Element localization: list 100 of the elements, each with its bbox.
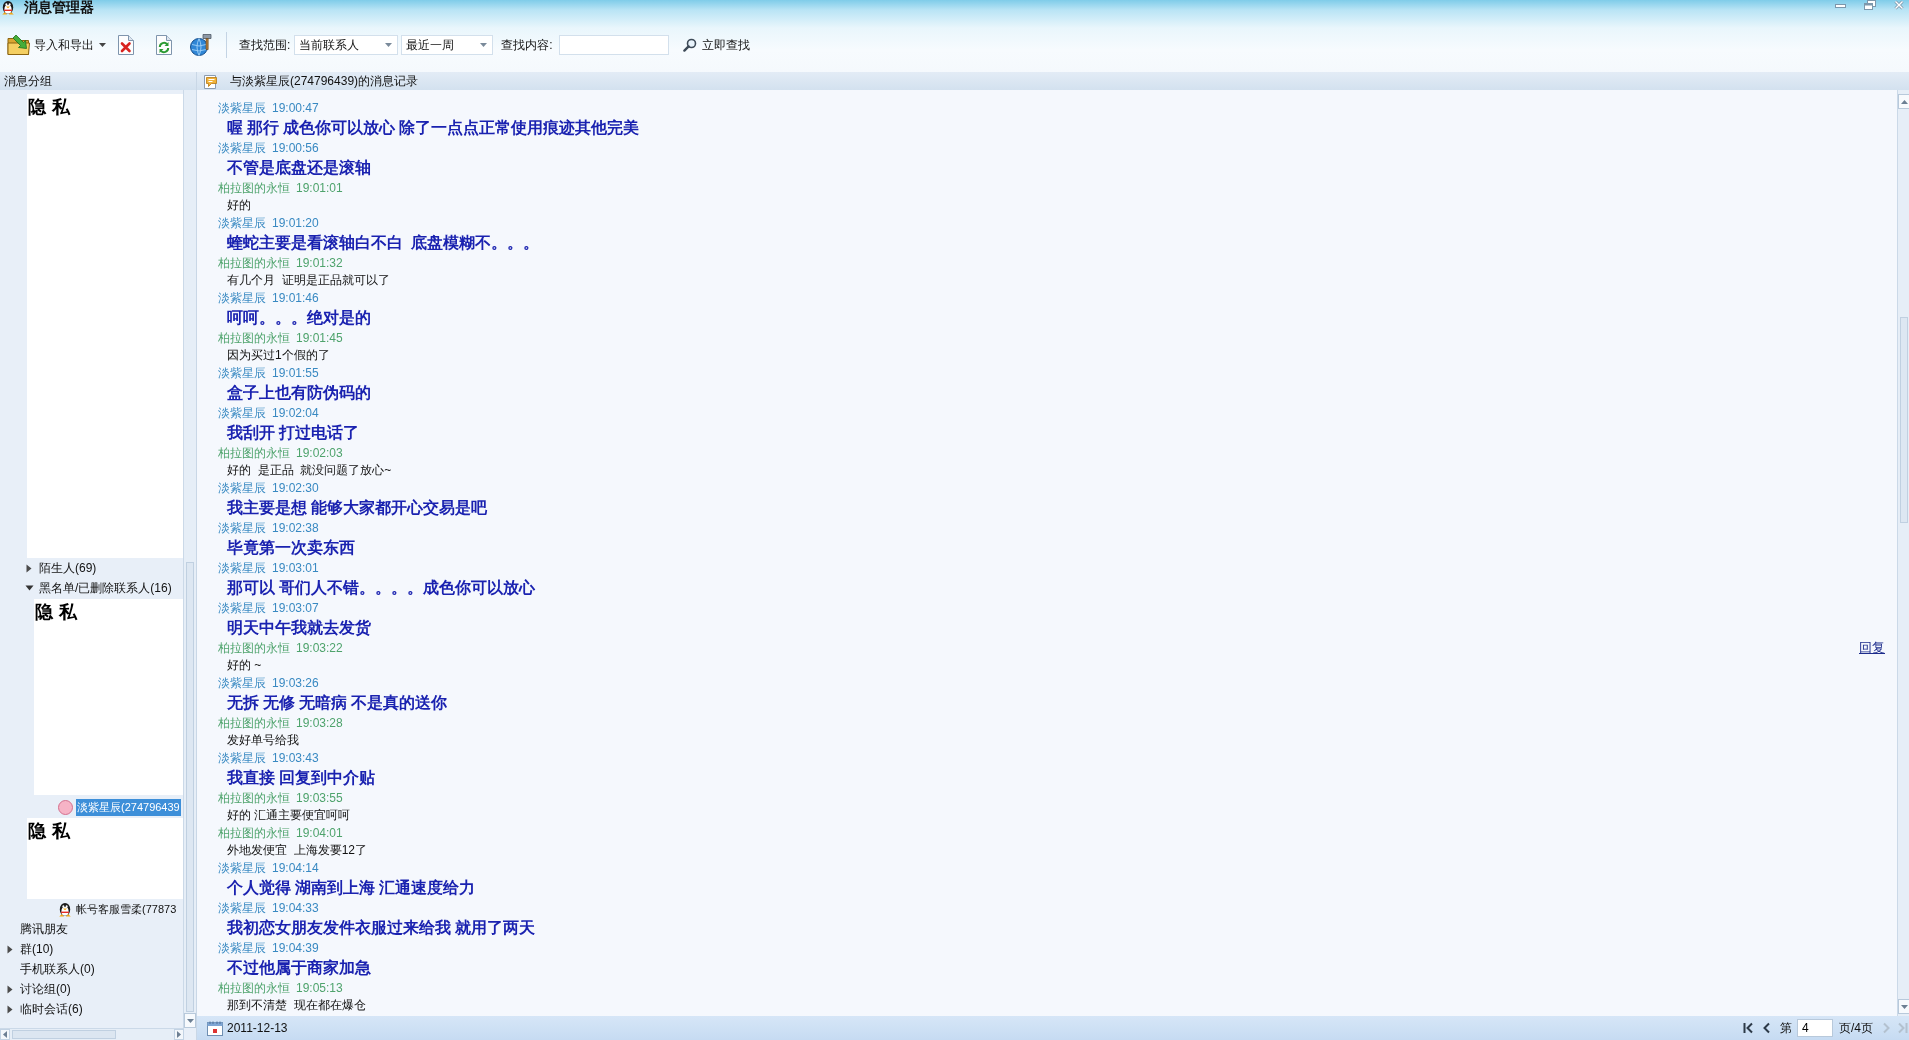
up-arrow-icon bbox=[1900, 99, 1908, 104]
message-time: 19:01:46 bbox=[272, 291, 319, 305]
caret-right-icon[interactable] bbox=[7, 984, 13, 994]
avatar-icon bbox=[58, 799, 73, 815]
scroll-up-button[interactable] bbox=[1898, 94, 1909, 109]
message-text: 个人觉得 湖南到上海 汇通速度给力 bbox=[227, 878, 475, 898]
scroll-thumb[interactable] bbox=[1900, 317, 1908, 523]
message-time: 19:02:03 bbox=[296, 446, 343, 460]
vertical-scrollbar[interactable] bbox=[183, 90, 196, 1028]
message-sender: 柏拉图的永恒 bbox=[218, 331, 290, 345]
tree-item[interactable]: 临时会话(6) bbox=[19, 1000, 84, 1018]
message-text: 不过他属于商家加急 bbox=[227, 958, 371, 978]
message-text: 我刮开 打过电话了 bbox=[227, 423, 359, 443]
conversation-title: 与淡紫星辰(274796439)的消息记录 bbox=[230, 73, 419, 89]
reply-link[interactable]: 回复 bbox=[1859, 641, 1885, 655]
tree-item[interactable]: 群(10) bbox=[19, 940, 55, 958]
search-field[interactable] bbox=[558, 35, 669, 55]
caret-right-icon[interactable] bbox=[7, 1004, 13, 1014]
tree-item[interactable]: 手机联系人(0) bbox=[19, 960, 96, 978]
message-sender: 柏拉图的永恒 bbox=[218, 256, 290, 270]
scroll-thumb[interactable] bbox=[186, 562, 194, 1012]
right-arrow-icon bbox=[177, 1031, 181, 1038]
message-sender: 淡紫星辰 bbox=[218, 601, 266, 615]
message-sender: 淡紫星辰 bbox=[218, 366, 266, 380]
message-text: 有几个月 证明是正品就可以了 bbox=[227, 272, 390, 289]
tree-item[interactable]: 讨论组(0) bbox=[19, 980, 72, 998]
period-dropdown[interactable]: 最近一周 bbox=[401, 35, 494, 55]
first-page-icon[interactable] bbox=[1743, 1022, 1753, 1034]
message-text: 毕竟第一次卖东西 bbox=[227, 538, 355, 558]
import-export-button[interactable]: 导入和导出 bbox=[7, 31, 106, 59]
message-sender: 淡紫星辰 bbox=[218, 861, 266, 875]
tree-item[interactable]: 腾讯朋友 bbox=[19, 920, 69, 938]
scroll-down-button[interactable] bbox=[1898, 999, 1909, 1014]
message-text: 好的 ~ bbox=[227, 657, 262, 674]
message-time: 19:01:32 bbox=[296, 256, 343, 270]
message-time: 19:03:28 bbox=[296, 716, 343, 730]
message-text: 盒子上也有防伪码的 bbox=[227, 383, 371, 403]
caret-right-icon[interactable] bbox=[7, 944, 13, 954]
tree-item[interactable]: 陌生人(69) bbox=[38, 559, 98, 577]
message-sender: 淡紫星辰 bbox=[218, 216, 266, 230]
message-sender: 淡紫星辰 bbox=[218, 941, 266, 955]
globe-tool-icon[interactable] bbox=[189, 33, 213, 57]
page-count-label: 页/4页 bbox=[1839, 1019, 1873, 1037]
message-sender: 淡紫星辰 bbox=[218, 676, 266, 690]
page-label: 第 bbox=[1780, 1019, 1792, 1037]
message-text: 好的 是正品 就没问题了放心~ bbox=[227, 462, 392, 479]
scroll-right-button[interactable] bbox=[174, 1029, 184, 1040]
document-x-icon[interactable] bbox=[116, 34, 136, 56]
penguin-icon bbox=[58, 901, 72, 917]
message-sender: 淡紫星辰 bbox=[218, 751, 266, 765]
message-time: 19:04:33 bbox=[272, 901, 319, 915]
left-arrow-icon bbox=[3, 1031, 7, 1038]
message-text: 好的 汇通主要便宜呵呵 bbox=[227, 807, 351, 824]
message-text: 外地发便宜 上海发要12了 bbox=[227, 842, 367, 859]
previous-page-icon[interactable] bbox=[1763, 1022, 1770, 1034]
scope-dropdown[interactable]: 当前联系人 bbox=[294, 35, 399, 55]
message-sender: 柏拉图的永恒 bbox=[218, 826, 290, 840]
message-text: 好的 bbox=[227, 197, 251, 214]
caret-down-icon[interactable] bbox=[24, 585, 34, 591]
scroll-left-button[interactable] bbox=[0, 1029, 10, 1040]
message-text: 我初恋女朋友发件衣服过来给我 就用了两天 bbox=[227, 918, 535, 938]
horizontal-scrollbar[interactable] bbox=[0, 1028, 184, 1040]
message-time: 19:03:43 bbox=[272, 751, 319, 765]
message-text: 那到不清楚 现在都在爆仓 bbox=[227, 997, 366, 1014]
message-sender: 淡紫星辰 bbox=[218, 141, 266, 155]
panel-title: 消息分组 bbox=[4, 73, 52, 89]
scroll-down-button[interactable] bbox=[184, 1013, 196, 1028]
close-icon[interactable] bbox=[1894, 0, 1904, 10]
message-sender: 淡紫星辰 bbox=[218, 101, 266, 115]
message-sender: 淡紫星辰 bbox=[218, 561, 266, 575]
penguin-icon bbox=[1, 0, 15, 15]
message-sender: 柏拉图的永恒 bbox=[218, 716, 290, 730]
tree-item[interactable]: 帐号客服雪柔(77873 bbox=[75, 900, 178, 918]
message-time: 19:03:01 bbox=[272, 561, 319, 575]
message-sender: 柏拉图的永恒 bbox=[218, 181, 290, 195]
document-refresh-icon[interactable] bbox=[154, 34, 174, 56]
message-text: 无拆 无修 无暗病 不是真的送你 bbox=[227, 693, 447, 713]
message-text: 因为买过1个假的了 bbox=[227, 347, 330, 364]
message-time: 19:04:39 bbox=[272, 941, 319, 955]
message-time: 19:01:55 bbox=[272, 366, 319, 380]
message-time: 19:03:07 bbox=[272, 601, 319, 615]
message-sender: 柏拉图的永恒 bbox=[218, 791, 290, 805]
vertical-scrollbar[interactable] bbox=[1897, 90, 1909, 1016]
message-sender: 淡紫星辰 bbox=[218, 406, 266, 420]
scroll-thumb[interactable] bbox=[12, 1030, 116, 1039]
message-text: 呵呵。。。绝对是的 bbox=[227, 308, 371, 328]
search-button[interactable]: 立即查找 bbox=[682, 31, 750, 59]
message-time: 19:03:26 bbox=[272, 676, 319, 690]
search-content-label: 查找内容: bbox=[501, 36, 553, 54]
folder-arrow-icon bbox=[7, 34, 31, 56]
caret-right-icon[interactable] bbox=[26, 563, 32, 573]
restore-icon[interactable] bbox=[1864, 0, 1876, 10]
message-time: 19:05:13 bbox=[296, 981, 343, 995]
message-time: 19:02:30 bbox=[272, 481, 319, 495]
page-input[interactable]: 4 bbox=[1797, 1019, 1833, 1037]
tree-item[interactable]: 黑名单/已删除联系人(16) bbox=[38, 579, 173, 597]
message-time: 19:02:38 bbox=[272, 521, 319, 535]
redaction-label: 隐私 bbox=[28, 821, 76, 841]
message-text: 发好单号给我 bbox=[227, 732, 299, 749]
message-time: 19:03:55 bbox=[296, 791, 343, 805]
